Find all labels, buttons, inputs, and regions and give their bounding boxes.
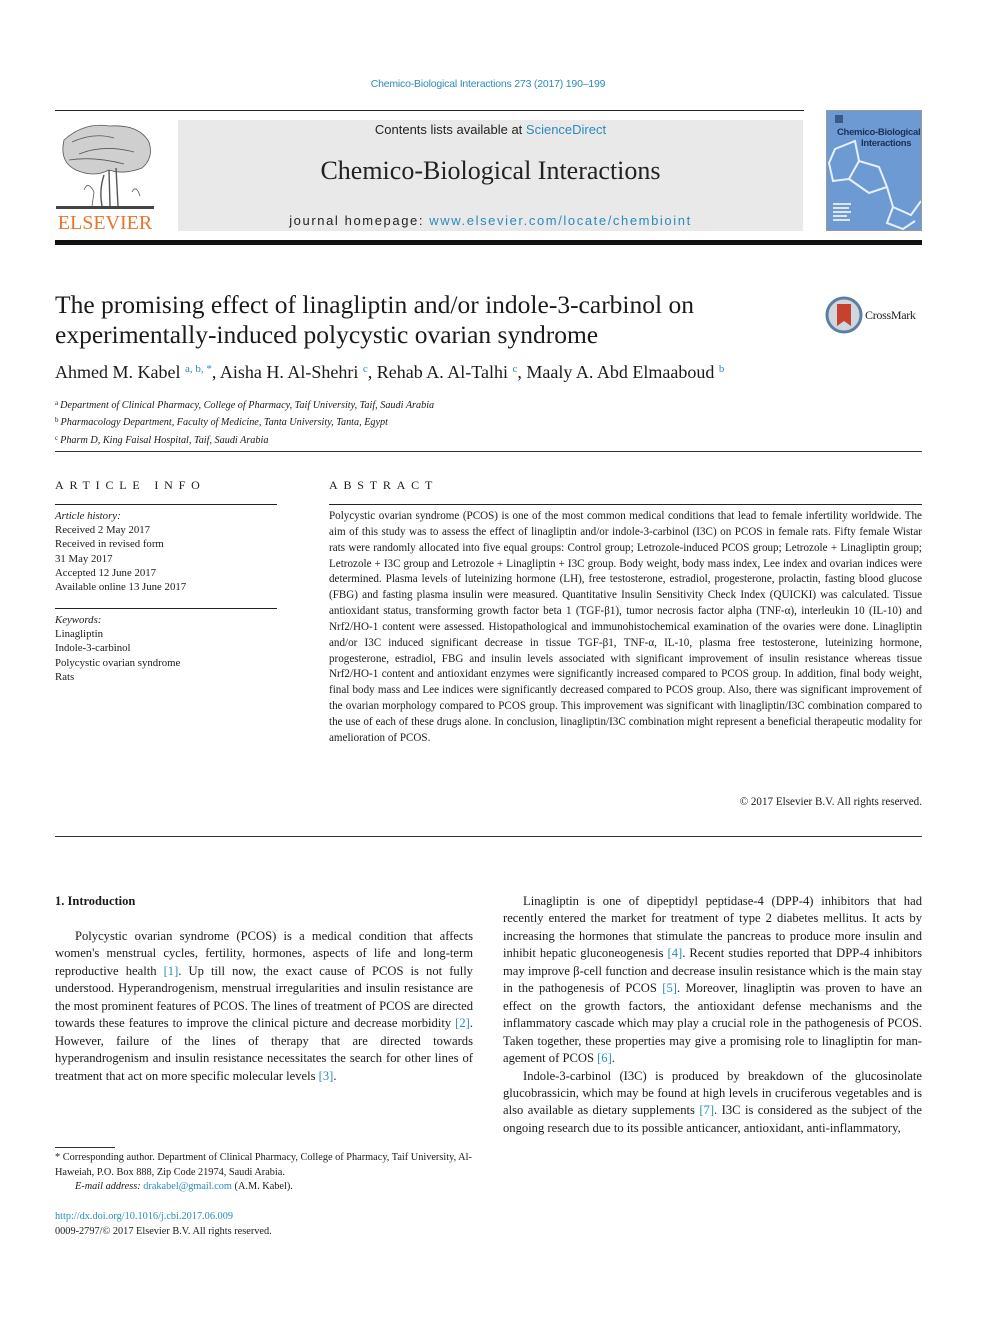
- contents-prefix: Contents lists available at: [374, 122, 526, 137]
- contents-line: Contents lists available at ScienceDirec…: [178, 122, 803, 137]
- elsevier-tree-icon: [56, 124, 154, 209]
- history-item: Available online 13 June 2017: [55, 581, 187, 594]
- cover-title-line1: Chemico-Biological: [837, 127, 921, 138]
- author-affiliation-link[interactable]: b: [719, 363, 725, 375]
- affiliations: a Department of Clinical Pharmacy, Colleg…: [55, 396, 434, 448]
- author-name: Maaly A. Abd Elmaaboud: [526, 362, 715, 382]
- section-heading-introduction: 1. Introduction: [55, 894, 136, 908]
- article-info-heading: ARTICLE INFO: [55, 478, 206, 492]
- affiliation-text: Pharm D, King Faisal Hospital, Taif, Sau…: [60, 434, 269, 446]
- history-item: Received in revised form: [55, 538, 164, 551]
- abstract-copyright: © 2017 Elsevier B.V. All rights reserved…: [739, 796, 922, 808]
- journal-banner: Contents lists available at ScienceDirec…: [178, 120, 803, 231]
- header-thick-rule: [55, 240, 922, 245]
- citation-link[interactable]: [4]: [668, 946, 683, 960]
- history-label: Article history:: [55, 510, 121, 522]
- affiliation-key: a: [55, 399, 59, 407]
- journal-reference-link[interactable]: Chemico-Biological Interactions 273 (201…: [0, 78, 976, 90]
- cover-title: Chemico-Biological Interactions: [837, 127, 921, 149]
- keywords-rule: [55, 608, 277, 609]
- paragraph-text: .: [611, 1051, 615, 1066]
- elsevier-logo[interactable]: ELSEVIER: [54, 120, 156, 234]
- citation-link[interactable]: [3]: [319, 1069, 334, 1083]
- author-name: Ahmed M. Kabel: [55, 362, 181, 382]
- author-affiliation-link[interactable]: a, b, *: [185, 363, 212, 375]
- author-affiliation-link[interactable]: c: [363, 363, 368, 375]
- elsevier-wordmark: ELSEVIER: [57, 212, 153, 234]
- email-suffix: (A.M. Kabel).: [231, 1181, 293, 1193]
- affiliation-item: a Department of Clinical Pharmacy, Colleg…: [55, 396, 434, 413]
- author-list: Ahmed M. Kabel a, b, *, Aisha H. Al-Sheh…: [55, 362, 725, 382]
- keywords-label: Keywords:: [55, 614, 102, 626]
- article-info-rule: [55, 504, 277, 505]
- doi-block: http://dx.doi.org/10.1016/j.cbi.2017.06.…: [55, 1210, 272, 1239]
- article-history: Article history: Received 2 May 2017 Rec…: [55, 509, 186, 594]
- footnote: * Corresponding author. Department of Cl…: [55, 1151, 475, 1195]
- citation-link[interactable]: [5]: [662, 981, 677, 995]
- issn-copyright: 0009-2797/© 2017 Elsevier B.V. All right…: [55, 1225, 272, 1237]
- sciencedirect-link[interactable]: ScienceDirect: [526, 122, 606, 137]
- homepage-line: journal homepage: www.elsevier.com/locat…: [178, 213, 803, 228]
- citation-link[interactable]: [2]: [455, 1016, 470, 1030]
- affiliation-text: Pharmacology Department, Faculty of Medi…: [60, 417, 388, 429]
- abstract-heading: ABSTRACT: [329, 478, 439, 492]
- history-item: Received 2 May 2017: [55, 524, 151, 537]
- affiliation-item: b Pharmacology Department, Faculty of Med…: [55, 413, 434, 430]
- keyword-item: Rats: [55, 670, 75, 683]
- affiliation-key: c: [55, 433, 59, 442]
- journal-cover-image[interactable]: Chemico-Biological Interactions: [826, 110, 922, 231]
- affiliation-item: c Pharm D, King Faisal Hospital, Taif, Sa…: [55, 431, 434, 448]
- abstract-text: Polycystic ovarian syndrome (PCOS) is on…: [329, 510, 922, 744]
- author-name: Aisha H. Al-Shehri: [219, 362, 359, 382]
- homepage-prefix: journal homepage:: [289, 213, 430, 228]
- citation-link[interactable]: [1]: [164, 964, 179, 978]
- email-label: E-mail address:: [75, 1181, 141, 1193]
- header-rule: [55, 110, 804, 111]
- abstract-rule: [329, 504, 922, 505]
- abstract-bottom-rule: [55, 836, 922, 837]
- corresponding-author-text: * Corresponding author. Department of Cl…: [55, 1152, 472, 1178]
- keyword-item: Polycystic ovarian syndrome: [55, 656, 181, 669]
- citation-link[interactable]: [7]: [699, 1103, 714, 1117]
- journal-homepage-link[interactable]: www.elsevier.com/locate/chembioint: [429, 213, 692, 228]
- paragraph-text: .: [333, 1068, 337, 1083]
- citation-link[interactable]: [6]: [597, 1051, 612, 1065]
- history-item: Accepted 12 June 2017: [55, 566, 157, 579]
- paragraph: Indole-3-carbinol (I3C) is produced by b…: [503, 1068, 922, 1138]
- author-affiliation-link[interactable]: c: [513, 363, 518, 375]
- affiliation-key: b: [55, 416, 59, 425]
- keyword-item: Indole-3-carbinol: [55, 642, 131, 655]
- corresponding-author-note: * Corresponding author. Department of Cl…: [55, 1151, 475, 1180]
- article-title: The promising effect of linagliptin and/…: [55, 290, 694, 349]
- crossmark-button[interactable]: CrossMark: [825, 296, 925, 334]
- journal-title: Chemico-Biological Interactions: [320, 156, 661, 185]
- keywords: Keywords: Linagliptin Indole-3-carbinol …: [55, 613, 180, 684]
- author-name: Rehab A. Al-Talhi: [376, 362, 509, 382]
- body-column-right: Linagliptin is one of dipeptidyl peptida…: [503, 893, 922, 1137]
- paragraph: Linagliptin is one of dipeptidyl peptida…: [503, 893, 922, 1068]
- keyword-item: Linagliptin: [55, 628, 103, 641]
- cover-title-line2: Interactions: [861, 138, 912, 149]
- history-item: 31 May 2017: [55, 552, 113, 565]
- body-column-left: Polycystic ovarian syndrome (PCOS) is a …: [55, 928, 473, 1085]
- email-link[interactable]: drakabel@gmail.com: [143, 1181, 232, 1192]
- crossmark-icon: [825, 296, 863, 334]
- paragraph: Polycystic ovarian syndrome (PCOS) is a …: [55, 928, 473, 1085]
- affiliation-text: Department of Clinical Pharmacy, College…: [60, 400, 435, 411]
- email-line: E-mail address: drakabel@gmail.com (A.M.…: [55, 1180, 475, 1195]
- doi-link[interactable]: http://dx.doi.org/10.1016/j.cbi.2017.06.…: [55, 1210, 272, 1225]
- footnote-rule: [55, 1147, 115, 1148]
- affiliations-rule: [55, 451, 922, 452]
- crossmark-label: CrossMark: [865, 308, 916, 322]
